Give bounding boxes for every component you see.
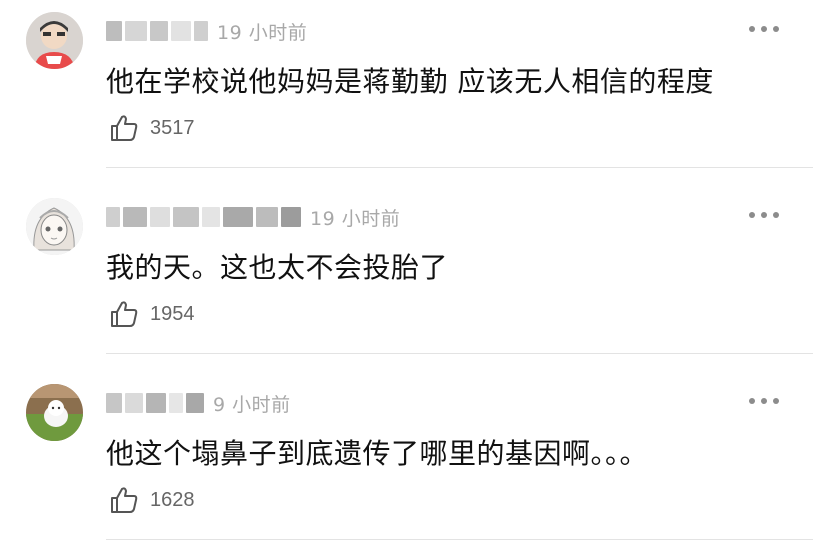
blurred-username — [256, 207, 278, 227]
blurred-username — [106, 207, 120, 227]
more-options-button[interactable] — [749, 208, 779, 222]
thumbs-up-icon — [111, 115, 138, 141]
avatar[interactable] — [26, 12, 83, 69]
more-horizontal-icon — [749, 212, 755, 218]
username[interactable]: 19 小时前 — [106, 203, 400, 231]
like-button[interactable]: 3517 — [108, 112, 195, 144]
comment-text: 我的天。这也太不会投胎了 — [106, 251, 449, 284]
divider — [106, 353, 813, 354]
comment-text: 他在学校说他妈妈是蒋勤勤 应该无人相信的程度 — [106, 65, 714, 98]
blurred-username — [173, 207, 199, 227]
more-dot — [773, 398, 779, 404]
blurred-username — [194, 21, 208, 41]
blurred-username — [106, 393, 122, 413]
blurred-username — [146, 393, 166, 413]
more-options-button[interactable] — [749, 22, 779, 36]
like-button[interactable]: 1954 — [108, 298, 195, 330]
thumbs-up-icon — [111, 487, 138, 513]
blurred-username — [123, 207, 147, 227]
comment-item: 9 小时前 他这个塌鼻子到底遗传了哪里的基因啊。。。 1628 — [0, 372, 813, 558]
username[interactable]: 9 小时前 — [106, 389, 291, 417]
avatar-anime-girl-icon — [26, 198, 83, 255]
more-horizontal-icon — [749, 398, 755, 404]
more-dot — [773, 26, 779, 32]
blurred-username — [169, 393, 183, 413]
blurred-username — [186, 393, 204, 413]
avatar-white-dog-icon — [26, 384, 83, 441]
blurred-username — [202, 207, 220, 227]
blurred-username — [281, 207, 301, 227]
blurred-username — [171, 21, 191, 41]
comment-text: 他这个塌鼻子到底遗传了哪里的基因啊。。。 — [106, 437, 649, 470]
timestamp: 9 小时前 — [213, 393, 291, 416]
username[interactable]: 19 小时前 — [106, 17, 307, 45]
blurred-username — [106, 21, 122, 41]
avatar-cartoon-person-icon — [26, 12, 83, 69]
blurred-username — [150, 21, 168, 41]
more-dot — [761, 212, 767, 218]
more-dot — [761, 398, 767, 404]
like-count: 1954 — [150, 302, 195, 325]
more-dot — [761, 26, 767, 32]
blurred-username — [125, 393, 143, 413]
blurred-username — [150, 207, 170, 227]
divider — [106, 167, 813, 168]
thumbs-up-icon — [111, 301, 138, 327]
more-dot — [773, 212, 779, 218]
timestamp: 19 小时前 — [217, 21, 308, 44]
more-options-button[interactable] — [749, 394, 779, 408]
timestamp: 19 小时前 — [310, 207, 401, 230]
like-count: 3517 — [150, 116, 195, 139]
comment-item: 19 小时前 我的天。这也太不会投胎了 1954 — [0, 186, 813, 372]
avatar[interactable] — [26, 198, 83, 255]
more-horizontal-icon — [749, 26, 755, 32]
like-count: 1628 — [150, 488, 195, 511]
blurred-username — [223, 207, 253, 227]
avatar[interactable] — [26, 384, 83, 441]
blurred-username — [125, 21, 147, 41]
comment-item: 19 小时前 他在学校说他妈妈是蒋勤勤 应该无人相信的程度 3517 — [0, 0, 813, 186]
like-button[interactable]: 1628 — [108, 484, 195, 516]
divider — [106, 539, 813, 540]
